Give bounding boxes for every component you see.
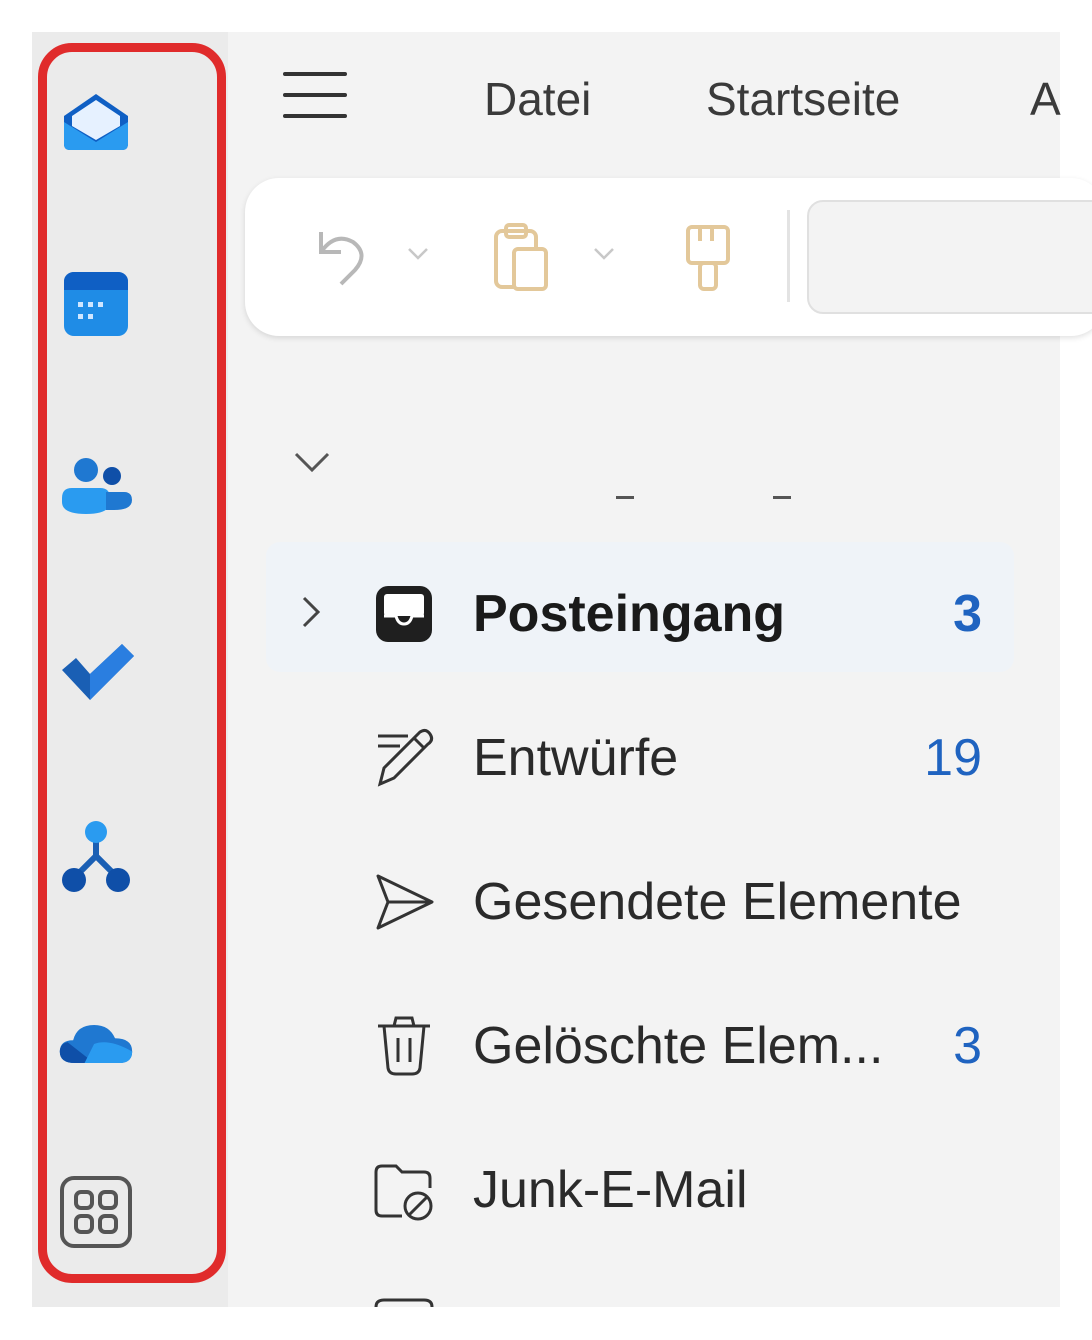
- chevron-down-icon: [294, 452, 330, 473]
- tab-startseite[interactable]: Startseite: [706, 72, 900, 126]
- chevron-down-icon: [594, 248, 614, 260]
- folder-entwuerfe[interactable]: Entwürfe 19: [266, 686, 1014, 816]
- account-name-fragment: [773, 496, 791, 499]
- junk-icon: [374, 1164, 433, 1221]
- menu-line: [283, 114, 347, 118]
- people-app-button[interactable]: [56, 448, 136, 528]
- unread-count: 3: [953, 585, 982, 643]
- unread-count: 19: [924, 729, 982, 787]
- folder-name: Gesendete Elemente: [473, 873, 962, 931]
- search-box[interactable]: [807, 200, 1092, 314]
- undo-button[interactable]: [300, 222, 380, 292]
- folder-name: Gelöschte Elem...: [473, 1017, 884, 1075]
- folder-name: Posteingang: [473, 585, 786, 643]
- folder-geloeschte-elemente[interactable]: Gelöschte Elem... 3: [266, 974, 1014, 1104]
- todo-app-button[interactable]: [56, 630, 136, 710]
- org-app-button[interactable]: [56, 818, 136, 898]
- mail-app-button[interactable]: [56, 82, 136, 162]
- cloud-icon: [59, 1024, 133, 1064]
- undo-dropdown[interactable]: [404, 240, 432, 268]
- inbox-icon: [376, 586, 432, 642]
- undo-icon: [319, 232, 364, 286]
- partial-folder-icon: [374, 1298, 434, 1307]
- mail-icon: [64, 94, 128, 150]
- unread-count: 3: [953, 1017, 982, 1075]
- format-painter-icon: [686, 225, 730, 291]
- people-icon: [62, 458, 132, 514]
- tab-cut-off[interactable]: A: [1030, 72, 1061, 126]
- paste-button[interactable]: [486, 220, 558, 294]
- folder-name: Entwürfe: [473, 729, 679, 787]
- folder-junk-e-mail[interactable]: Junk-E-Mail: [266, 1118, 1014, 1248]
- chevron-down-icon: [408, 248, 428, 260]
- toolbar-divider: [787, 210, 790, 302]
- hamburger-menu-button[interactable]: [283, 70, 347, 118]
- paste-dropdown[interactable]: [590, 240, 618, 268]
- calendar-icon: [64, 272, 128, 336]
- apps-grid-icon: [60, 1176, 132, 1248]
- menu-line: [283, 72, 347, 76]
- format-painter-button[interactable]: [678, 220, 738, 294]
- chevron-right-icon[interactable]: [298, 594, 324, 630]
- checkmark-icon: [62, 644, 134, 700]
- clipboard-icon: [494, 223, 548, 291]
- calendar-app-button[interactable]: [56, 264, 136, 344]
- folder-gesendete-elemente[interactable]: Gesendete Elemente: [266, 830, 1014, 960]
- onedrive-app-button[interactable]: [56, 1004, 136, 1084]
- account-name-fragment: [616, 496, 634, 499]
- org-chart-icon: [62, 821, 130, 892]
- more-apps-button[interactable]: [56, 1172, 136, 1252]
- tab-datei[interactable]: Datei: [484, 72, 591, 126]
- account-collapse-button[interactable]: [290, 440, 334, 484]
- drafts-icon: [377, 728, 434, 787]
- trash-icon: [378, 1016, 430, 1076]
- menu-line: [283, 93, 347, 97]
- sent-icon: [376, 874, 434, 930]
- folder-name: Junk-E-Mail: [473, 1161, 748, 1219]
- folder-posteingang[interactable]: Posteingang 3: [266, 542, 1014, 672]
